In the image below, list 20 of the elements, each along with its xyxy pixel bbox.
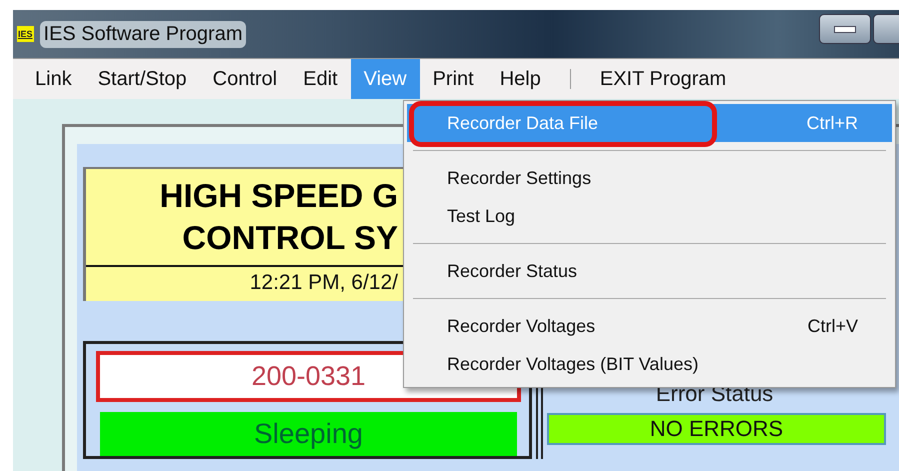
error-status-value: NO ERRORS (547, 413, 886, 445)
menu-option[interactable]: Recorder Voltages Ctrl+V (407, 307, 892, 345)
unit-status: Sleeping (100, 412, 517, 456)
menu-item[interactable]: Link (22, 59, 85, 99)
menu-item[interactable]: EXIT Program (586, 59, 740, 99)
menu-option[interactable]: Test Log (407, 197, 892, 235)
timestamp: 12:21 PM, 6/12/ (250, 271, 398, 294)
menu-option[interactable]: Recorder Status (407, 252, 892, 290)
app-logo-icon: IES (17, 26, 34, 42)
menu-item[interactable]: Help (486, 59, 554, 99)
menu-item[interactable]: Print (420, 59, 487, 99)
minimize-button[interactable] (819, 14, 871, 44)
system-title: CONTROL SY (181, 218, 398, 258)
menu-item[interactable]: Start/Stop (84, 59, 200, 99)
system-title: HIGH SPEED G (158, 176, 398, 216)
menu-option[interactable]: Recorder Settings (407, 159, 892, 197)
window-title: IES Software Program (40, 20, 246, 48)
menu-separator (570, 69, 571, 89)
menu-item[interactable]: Control (200, 59, 290, 99)
menu-item[interactable]: Edit (290, 59, 351, 99)
